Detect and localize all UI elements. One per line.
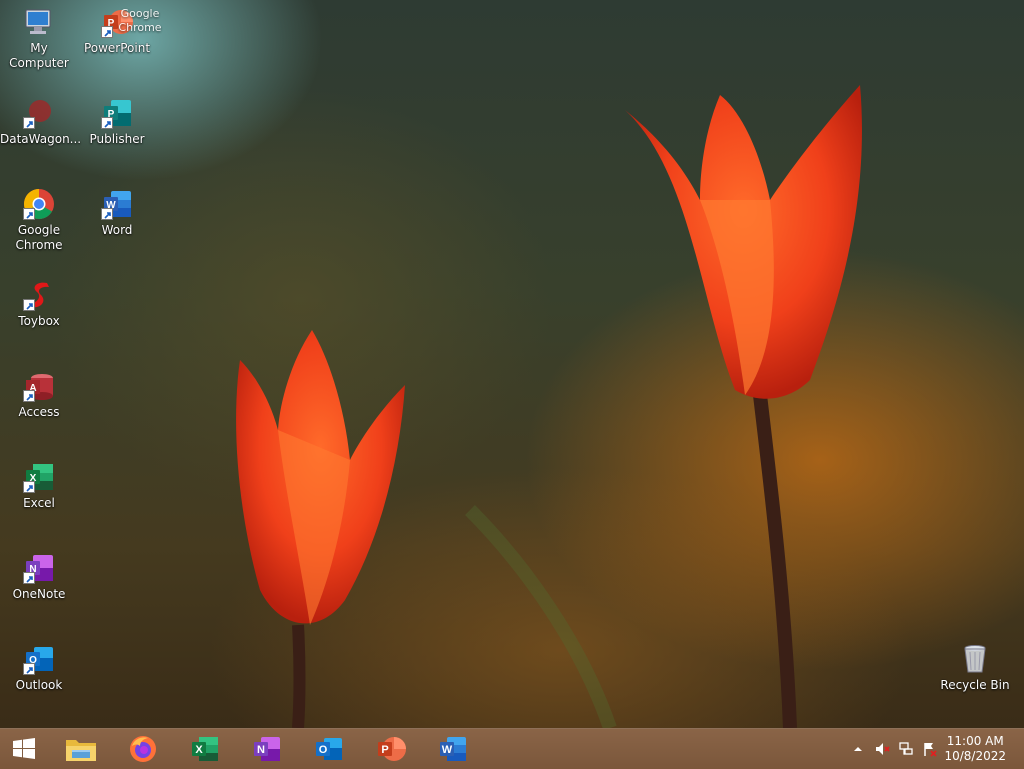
- outlook-icon: O: [316, 738, 342, 760]
- desktop-icon-my-computer[interactable]: My Computer: [0, 6, 78, 71]
- svg-text:P: P: [381, 744, 388, 756]
- excel-icon: X: [23, 461, 55, 493]
- action-center-flag-icon[interactable]: [922, 741, 938, 757]
- access-icon: A: [23, 370, 55, 402]
- taskbar-firefox[interactable]: [123, 733, 163, 765]
- show-hidden-icons-chevron-up-icon[interactable]: [850, 741, 866, 757]
- desktop-icon-excel[interactable]: X Excel: [0, 461, 78, 511]
- taskbar-outlook[interactable]: O: [309, 733, 349, 765]
- excel-icon: X: [192, 737, 218, 761]
- outlook-icon: O: [23, 643, 55, 675]
- desktop-icon-word[interactable]: W Word: [78, 188, 156, 238]
- word-icon: W: [101, 188, 133, 220]
- taskbar-word[interactable]: W: [433, 733, 473, 765]
- desktop[interactable]: My Computer DataWagon... Google Chrome T…: [0, 0, 1024, 728]
- clock-time: 11:00 AM: [946, 734, 1004, 748]
- desktop-icon-outlook[interactable]: O Outlook: [0, 643, 78, 693]
- shortcut-arrow-icon: [23, 299, 35, 311]
- system-clock[interactable]: 11:00 AM 10/8/2022: [944, 734, 1006, 764]
- svg-text:X: X: [195, 744, 203, 756]
- shortcut-arrow-icon: [101, 117, 113, 129]
- chrome-icon: [23, 188, 55, 220]
- shortcut-arrow-icon: [23, 663, 35, 675]
- taskbar-file-explorer[interactable]: [61, 733, 101, 765]
- shortcut-arrow-icon: [23, 117, 35, 129]
- desktop-icon-toybox[interactable]: Toybox: [0, 279, 78, 329]
- firefox-icon: [130, 736, 156, 762]
- taskbar-onenote[interactable]: N: [247, 733, 287, 765]
- desktop-icon-publisher[interactable]: P Publisher: [78, 97, 156, 147]
- desktop-icon-recycle-bin[interactable]: Recycle Bin: [936, 643, 1014, 693]
- shortcut-arrow-icon: [23, 390, 35, 402]
- volume-muted-icon[interactable]: [874, 741, 890, 757]
- desktop-icon-datawagon[interactable]: DataWagon...: [0, 97, 81, 147]
- windows-logo-icon: [13, 738, 35, 759]
- desktop-icon-access[interactable]: A Access: [0, 370, 78, 420]
- desktop-icon-onenote[interactable]: N OneNote: [0, 552, 78, 602]
- overlapping-chrome-label[interactable]: Google Chrome: [112, 7, 168, 35]
- svg-text:N: N: [257, 744, 265, 756]
- onenote-icon: N: [254, 737, 280, 761]
- folder-icon: [66, 740, 96, 761]
- word-icon: W: [440, 737, 466, 761]
- taskbar-powerpoint[interactable]: P: [371, 733, 411, 765]
- computer-icon: [23, 6, 55, 38]
- powerpoint-icon: P: [378, 737, 406, 761]
- shortcut-arrow-icon: [101, 208, 113, 220]
- onenote-icon: N: [23, 552, 55, 584]
- svg-text:O: O: [319, 744, 328, 756]
- recycle-bin-icon: [959, 643, 991, 675]
- shortcut-arrow-icon: [23, 572, 35, 584]
- svg-text:W: W: [442, 744, 453, 756]
- toybox-icon: [23, 279, 55, 311]
- taskbar: X N O P W 11:00 AM 10/8/2022: [0, 728, 1024, 769]
- shortcut-arrow-icon: [23, 208, 35, 220]
- publisher-icon: P: [101, 97, 133, 129]
- datawagon-icon: [23, 97, 55, 129]
- clock-date: 10/8/2022: [944, 749, 1006, 763]
- taskbar-excel[interactable]: X: [185, 733, 225, 765]
- start-button[interactable]: [4, 733, 44, 765]
- network-icon[interactable]: [898, 741, 914, 757]
- shortcut-arrow-icon: [23, 481, 35, 493]
- desktop-icon-google-chrome[interactable]: Google Chrome: [0, 188, 78, 253]
